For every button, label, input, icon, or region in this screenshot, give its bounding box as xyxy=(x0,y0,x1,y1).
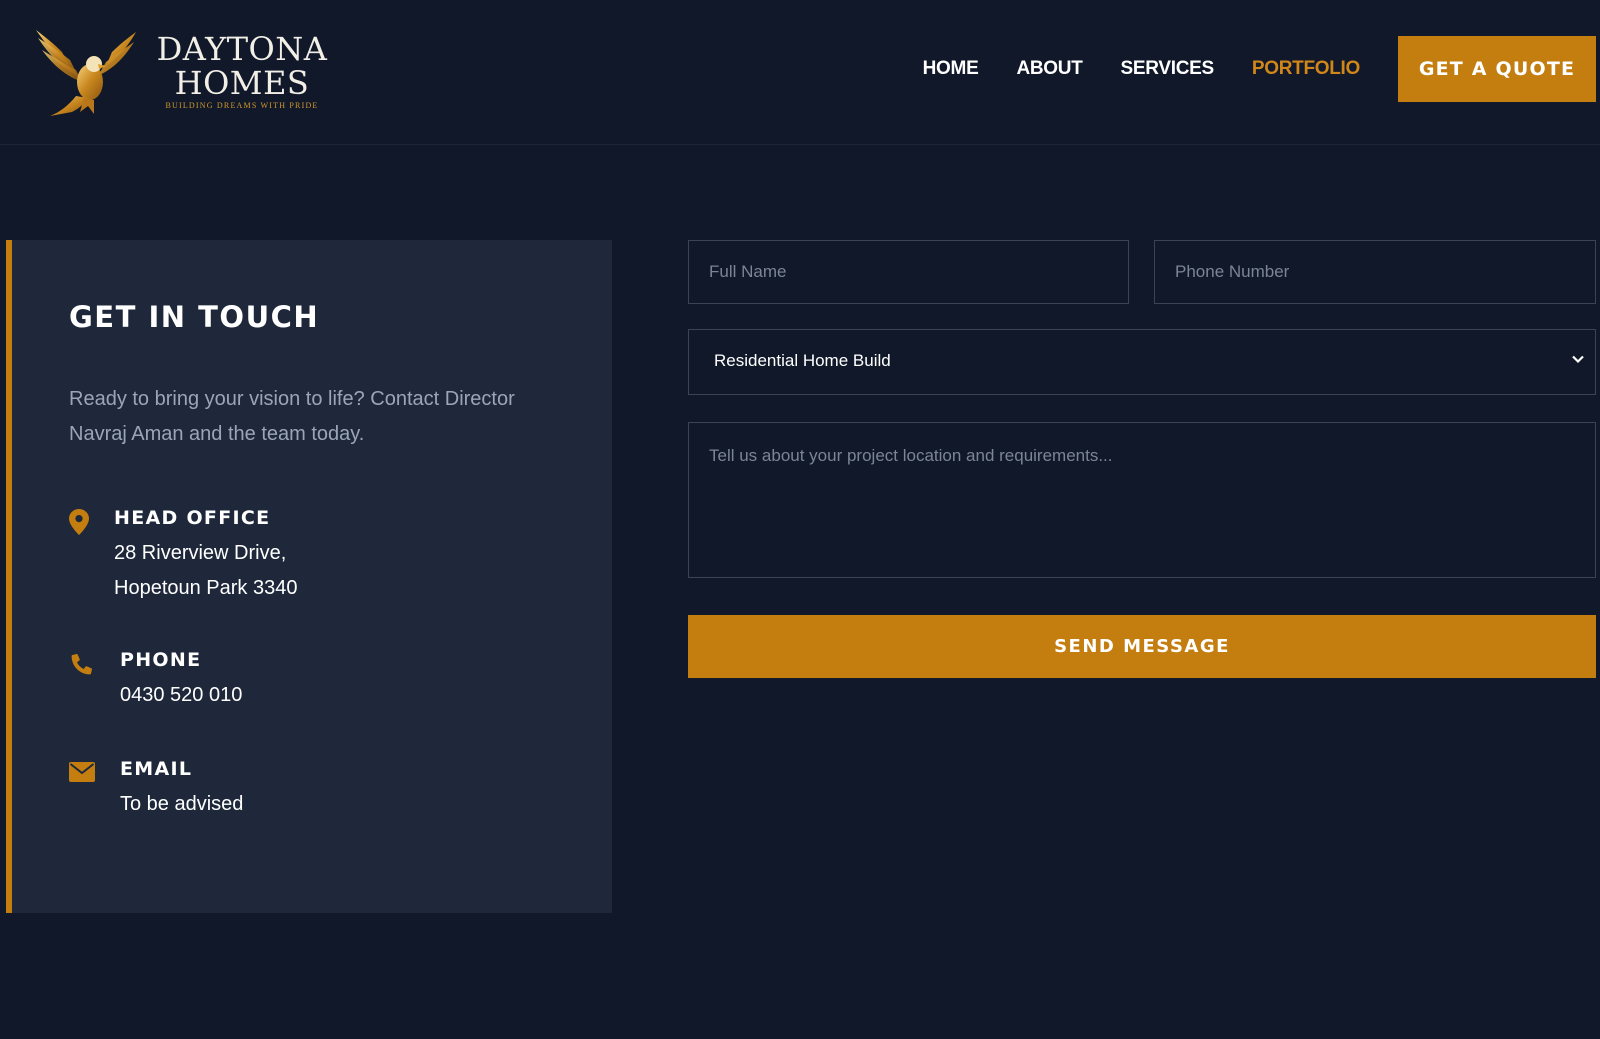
nav-services[interactable]: SERVICES xyxy=(1121,58,1215,80)
phone-icon xyxy=(71,654,92,675)
send-message-button[interactable]: SEND MESSAGE xyxy=(688,615,1596,678)
email-value: To be advised xyxy=(120,793,244,815)
nav-home[interactable]: HOME xyxy=(923,58,979,80)
brand-name-line2: HOMES xyxy=(174,64,310,102)
contact-title: GET IN TOUCH xyxy=(69,300,320,334)
contact-description: Ready to bring your vision to life? Cont… xyxy=(69,388,515,445)
full-name-input[interactable] xyxy=(688,240,1129,304)
project-message-textarea[interactable] xyxy=(688,422,1596,578)
brand-name-line1: DAYTONA xyxy=(156,30,328,68)
service-select-value: Residential Home Build xyxy=(714,351,891,370)
envelope-icon xyxy=(69,762,95,782)
site-header: DAYTONA HOMES BUILDING DREAMS WITH PRIDE… xyxy=(0,0,1600,145)
phone-label: PHONE xyxy=(120,649,202,671)
chevron-down-icon xyxy=(1572,355,1584,364)
email-label: EMAIL xyxy=(120,758,193,780)
brand-logo[interactable]: DAYTONA HOMES BUILDING DREAMS WITH PRIDE xyxy=(32,26,332,118)
office-address-line2: Hopetoun Park 3340 xyxy=(114,577,298,599)
phone-number[interactable]: 0430 520 010 xyxy=(120,678,242,713)
map-pin-icon xyxy=(69,509,89,535)
page: DAYTONA HOMES BUILDING DREAMS WITH PRIDE… xyxy=(0,0,1600,1039)
phone-number-input[interactable] xyxy=(1154,240,1596,304)
brand-tagline: BUILDING DREAMS WITH PRIDE xyxy=(165,101,319,110)
nav-portfolio[interactable]: PORTFOLIO xyxy=(1252,58,1360,80)
contact-info-card: GET IN TOUCH Ready to bring your vision … xyxy=(6,240,612,913)
eagle-icon xyxy=(36,30,136,116)
office-label: HEAD OFFICE xyxy=(114,507,271,529)
brand-wordmark: DAYTONA HOMES BUILDING DREAMS WITH PRIDE xyxy=(142,32,342,110)
service-select[interactable]: Residential Home Build xyxy=(688,329,1596,395)
main-nav: HOME ABOUT SERVICES PORTFOLIO xyxy=(923,58,1361,80)
get-a-quote-button[interactable]: GET A QUOTE xyxy=(1398,36,1596,102)
nav-about[interactable]: ABOUT xyxy=(1016,58,1082,80)
office-address-line1: 28 Riverview Drive, xyxy=(114,542,287,564)
